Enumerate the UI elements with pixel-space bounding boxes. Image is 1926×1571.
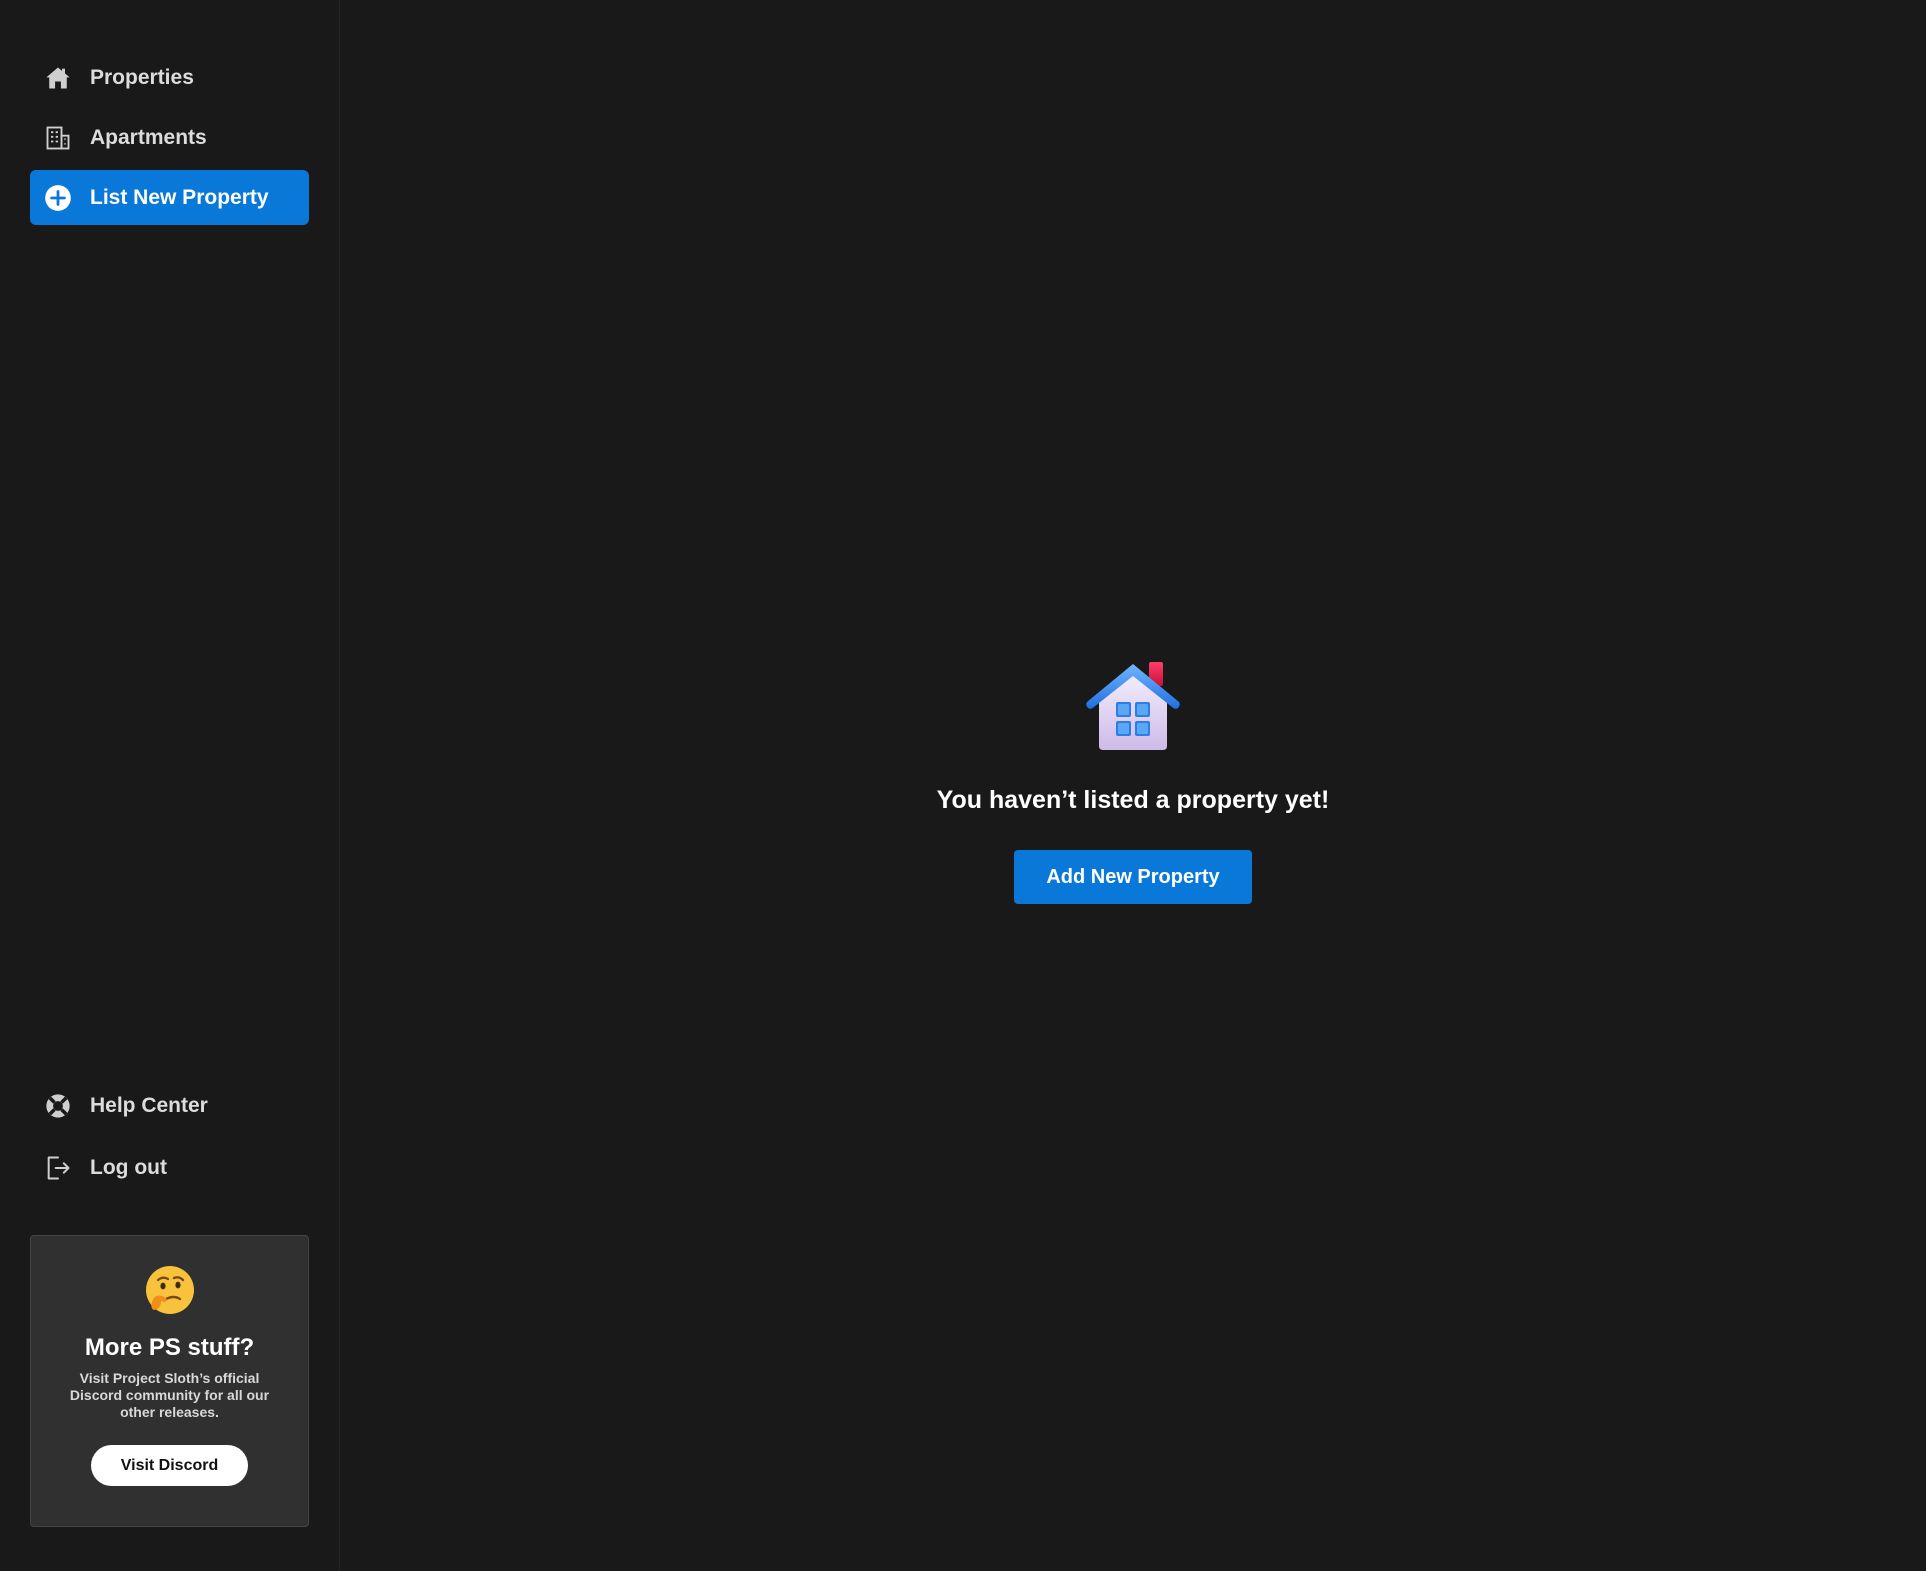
sidebar-item-label: Properties — [90, 65, 194, 89]
sidebar-item-properties[interactable]: Properties — [30, 50, 309, 105]
sidebar-item-label: Help Center — [90, 1093, 208, 1117]
sidebar-item-label: Apartments — [90, 125, 207, 149]
sidebar-bottom-nav: Help Center Log out — [30, 1078, 309, 1195]
sidebar-item-apartments[interactable]: Apartments — [30, 110, 309, 165]
logout-icon — [44, 1154, 72, 1182]
app-root: Properties Apartments List New Property — [0, 0, 1926, 1571]
lifebuoy-icon — [44, 1092, 72, 1120]
sidebar-item-log-out[interactable]: Log out — [30, 1140, 309, 1195]
thinking-face-icon — [145, 1266, 194, 1314]
sidebar-item-help-center[interactable]: Help Center — [30, 1078, 309, 1133]
sidebar-item-list-new-property[interactable]: List New Property — [30, 170, 309, 225]
sidebar: Properties Apartments List New Property — [0, 0, 340, 1571]
empty-state: You haven’t listed a property yet! Add N… — [340, 660, 1926, 904]
main-content: You haven’t listed a property yet! Add N… — [340, 0, 1926, 1571]
promo-card: More PS stuff? Visit Project Sloth’s off… — [30, 1235, 309, 1527]
sidebar-nav: Properties Apartments List New Property — [30, 50, 309, 225]
empty-state-title: You haven’t listed a property yet! — [936, 786, 1330, 814]
add-new-property-button[interactable]: Add New Property — [1014, 850, 1252, 904]
house-icon — [1086, 662, 1180, 750]
visit-discord-button[interactable]: Visit Discord — [91, 1445, 248, 1486]
plus-circle-icon — [44, 184, 72, 212]
promo-text: Visit Project Sloth’s official Discord c… — [69, 1370, 270, 1420]
home-icon — [44, 64, 72, 92]
sidebar-item-label: Log out — [90, 1155, 167, 1179]
promo-title: More PS stuff? — [84, 1334, 255, 1361]
sidebar-item-label: List New Property — [90, 185, 269, 209]
building-icon — [44, 124, 72, 152]
